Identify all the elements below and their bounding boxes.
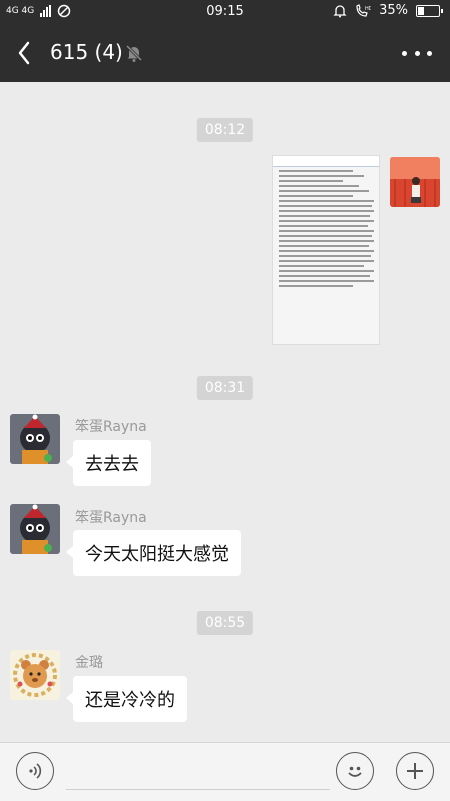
timestamp: 08:12: [196, 118, 254, 142]
svg-text:HD: HD: [365, 6, 371, 12]
chat-title: 615 (4): [50, 40, 123, 64]
avatar-self[interactable]: [390, 157, 440, 207]
sent-image[interactable]: [272, 155, 380, 345]
status-bar: 4G 4G 09:15 HD 35%: [0, 0, 450, 24]
call-hd-icon: HD: [356, 3, 371, 17]
sender-name: 金璐: [75, 655, 103, 671]
message-bubble[interactable]: 今天太阳挺大感觉: [66, 530, 241, 576]
battery-icon: [416, 4, 443, 17]
battery-percent: 35%: [379, 3, 408, 18]
plus-icon[interactable]: [396, 752, 434, 790]
more-dots-icon[interactable]: [402, 42, 432, 64]
message-bubble[interactable]: 还是冷冷的: [66, 676, 187, 722]
emoji-icon[interactable]: [336, 752, 374, 790]
avatar-jinlu[interactable]: [10, 650, 60, 700]
input-bar: [0, 742, 450, 801]
avatar-rayna[interactable]: [10, 414, 60, 464]
sender-name: 笨蛋Rayna: [75, 419, 147, 435]
alarm-bell-icon: [333, 4, 347, 17]
voice-icon[interactable]: [16, 752, 54, 790]
timestamp: 08:55: [196, 611, 254, 635]
message-bubble[interactable]: 去去去: [66, 440, 151, 486]
sender-name: 笨蛋Rayna: [75, 510, 147, 526]
chat-header: 615 (4): [0, 24, 450, 82]
back-arrow-icon[interactable]: [12, 38, 40, 68]
message-input[interactable]: [66, 753, 330, 790]
avatar-rayna[interactable]: [10, 504, 60, 554]
timestamp: 08:31: [196, 376, 254, 400]
muted-bell-icon: [125, 44, 143, 62]
